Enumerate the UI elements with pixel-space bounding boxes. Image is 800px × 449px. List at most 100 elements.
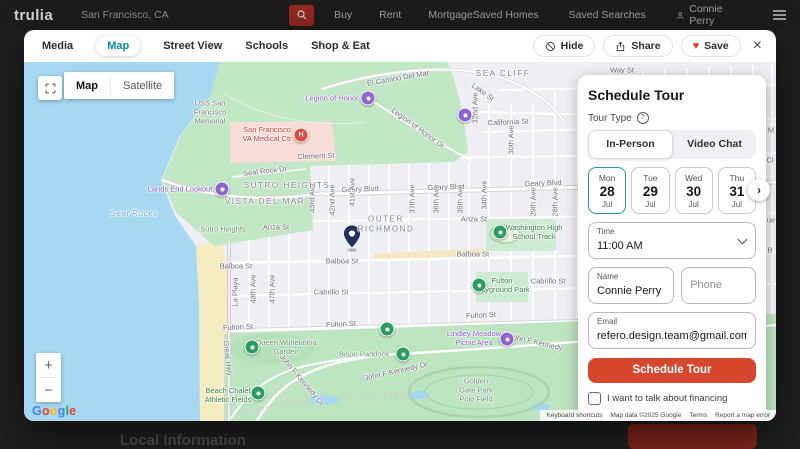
tab-media[interactable]: Media bbox=[42, 40, 73, 52]
nav-rent[interactable]: Rent bbox=[379, 9, 401, 21]
poi-dot bbox=[505, 337, 509, 341]
zoom-in-button[interactable]: + bbox=[36, 353, 61, 377]
zoom-out-button[interactable]: − bbox=[36, 378, 61, 402]
google-logo-letter: o bbox=[42, 404, 50, 418]
date-card-mon[interactable]: Mon28Jul bbox=[588, 167, 626, 214]
financing-checkbox[interactable] bbox=[588, 392, 601, 405]
name-field[interactable]: Name bbox=[588, 267, 674, 304]
save-button[interactable]: ♥ Save bbox=[681, 35, 741, 57]
name-input[interactable] bbox=[597, 285, 665, 297]
schedule-tour-panel: Schedule Tour Tour Type ? In-PersonVideo… bbox=[578, 75, 766, 420]
hide-icon bbox=[545, 41, 556, 52]
google-logo-letter: e bbox=[69, 404, 76, 418]
google-logo-letter: o bbox=[50, 404, 58, 418]
poi-dot bbox=[498, 230, 502, 234]
date-day: Tue bbox=[632, 173, 668, 183]
date-number: 30 bbox=[676, 184, 712, 199]
listing-media-modal: Media Map Street View Schools Shop & Eat Hid… bbox=[24, 30, 776, 421]
tour-type-video-chat[interactable]: Video Chat bbox=[673, 130, 756, 159]
background-section-heading: Local Information bbox=[120, 432, 246, 449]
date-day: Thu bbox=[719, 173, 755, 183]
tab-street-view[interactable]: Street View bbox=[163, 40, 222, 52]
nav-mortgage[interactable]: Mortgage bbox=[428, 9, 472, 21]
keyboard-shortcuts[interactable]: Keyboard shortcuts bbox=[546, 412, 602, 419]
next-dates-button[interactable]: › bbox=[748, 179, 770, 201]
hide-button[interactable]: Hide bbox=[533, 35, 596, 57]
poi-dot bbox=[385, 327, 389, 331]
map-poi-picnic-icon[interactable] bbox=[500, 332, 515, 347]
top-navigation-bar: trulia Buy Rent Mortgage Saved Homes Saved … bbox=[0, 0, 800, 30]
nav-saved-homes[interactable]: Saved Homes bbox=[473, 9, 539, 21]
map-attribution: Keyboard shortcuts Map data ©2025 Google T… bbox=[540, 410, 776, 421]
tab-shop-eat[interactable]: Shop & Eat bbox=[311, 40, 370, 52]
date-month: Jul bbox=[632, 200, 668, 209]
map-zoom-control: + − bbox=[36, 353, 61, 402]
map-poi-lookout-icon[interactable] bbox=[215, 182, 230, 197]
map-poi-paw-icon[interactable] bbox=[396, 347, 411, 362]
date-month: Jul bbox=[589, 200, 625, 209]
email-field[interactable]: Email bbox=[588, 312, 756, 349]
modal-actions: Hide Share ♥ Save × bbox=[533, 35, 764, 57]
person-icon bbox=[676, 10, 685, 21]
map-poi-playground-icon[interactable] bbox=[472, 278, 487, 293]
map-type-map[interactable]: Map bbox=[64, 72, 110, 99]
tour-type-segmented-control: In-PersonVideo Chat bbox=[588, 130, 756, 159]
email-input[interactable] bbox=[597, 330, 747, 342]
modal-header: Media Map Street View Schools Shop & Eat Hid… bbox=[24, 30, 776, 62]
phone-input[interactable] bbox=[690, 279, 747, 291]
user-menu[interactable]: Connie Perry bbox=[676, 3, 737, 27]
poi-dot bbox=[256, 391, 260, 395]
map-poi-museum-icon[interactable] bbox=[361, 91, 376, 106]
date-card-wed[interactable]: Wed30Jul bbox=[675, 167, 713, 214]
google-logo-letter: G bbox=[32, 404, 42, 418]
time-select[interactable]: Time bbox=[588, 222, 756, 259]
nav-links: Buy Rent Mortgage bbox=[334, 9, 473, 21]
tour-type-in-person[interactable]: In-Person bbox=[588, 130, 673, 159]
nav-saved-searches[interactable]: Saved Searches bbox=[569, 9, 646, 21]
google-logo[interactable]: Google bbox=[32, 404, 76, 418]
fullscreen-icon bbox=[44, 82, 57, 95]
map-view[interactable]: El Camino Del MarLake StCalifornia St32n… bbox=[24, 62, 776, 421]
search-icon bbox=[296, 9, 308, 21]
search-button[interactable] bbox=[289, 5, 314, 26]
fullscreen-button[interactable] bbox=[38, 76, 62, 100]
poi-dot bbox=[366, 96, 370, 100]
nav-buy[interactable]: Buy bbox=[334, 9, 352, 21]
background-cta-button bbox=[628, 424, 757, 449]
tab-map[interactable]: Map bbox=[96, 36, 140, 56]
share-icon bbox=[615, 41, 626, 52]
terms[interactable]: Terms bbox=[689, 412, 707, 419]
financing-label: I want to talk about financing bbox=[607, 393, 727, 404]
map-poi-athletic-field-icon[interactable] bbox=[251, 386, 266, 401]
trulia-logo[interactable]: trulia bbox=[14, 7, 53, 24]
hamburger-menu-icon[interactable] bbox=[773, 10, 786, 20]
date-day: Wed bbox=[676, 173, 712, 183]
map-type-toggle: Map Satellite bbox=[64, 72, 174, 99]
date-card-tue[interactable]: Tue29Jul bbox=[631, 167, 669, 214]
share-button[interactable]: Share bbox=[603, 35, 672, 57]
report-a-map-error[interactable]: Report a map error bbox=[715, 412, 770, 419]
date-number: 28 bbox=[589, 184, 625, 199]
search-input[interactable] bbox=[79, 8, 279, 22]
map-data-2025-google[interactable]: Map data ©2025 Google bbox=[610, 412, 681, 419]
map-poi-poi-icon[interactable] bbox=[458, 108, 473, 123]
tab-schools[interactable]: Schools bbox=[245, 40, 288, 52]
date-number: 29 bbox=[632, 184, 668, 199]
heart-icon: ♥ bbox=[693, 41, 700, 52]
close-icon[interactable]: × bbox=[753, 37, 762, 55]
time-value[interactable] bbox=[597, 240, 747, 252]
date-month: Jul bbox=[719, 200, 755, 209]
map-poi-garden-icon[interactable] bbox=[245, 340, 260, 355]
question-icon[interactable]: ? bbox=[637, 112, 649, 124]
schedule-tour-button[interactable]: Schedule Tour bbox=[588, 358, 756, 383]
poi-dot bbox=[463, 113, 467, 117]
poi-dot bbox=[250, 345, 254, 349]
phone-field[interactable] bbox=[681, 267, 756, 304]
map-poi-school-icon[interactable] bbox=[493, 225, 508, 240]
poi-dot bbox=[477, 283, 481, 287]
map-poi-tree-icon[interactable] bbox=[380, 322, 395, 337]
date-month: Jul bbox=[676, 200, 712, 209]
search-bar bbox=[79, 5, 314, 26]
map-type-satellite[interactable]: Satellite bbox=[111, 72, 174, 99]
map-poi-hospital-icon[interactable]: H bbox=[294, 128, 309, 143]
